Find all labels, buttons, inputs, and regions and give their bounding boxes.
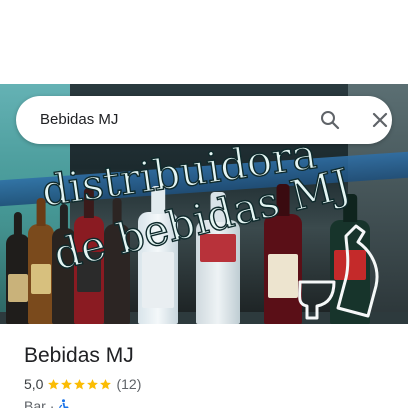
search-bar[interactable]: Bebidas MJ [16, 96, 392, 144]
review-count[interactable]: (12) [116, 376, 141, 392]
star-rating [47, 378, 112, 391]
place-name: Bebidas MJ [24, 344, 134, 367]
bottle [330, 194, 370, 324]
bottle [74, 188, 104, 324]
rating-value: 5,0 [24, 376, 44, 392]
wheelchair-icon [59, 399, 70, 408]
star-icon [87, 378, 99, 389]
search-icon[interactable] [318, 108, 342, 132]
bottle [6, 212, 30, 324]
top-blank-area [0, 0, 408, 84]
star-icon [100, 378, 112, 389]
search-input[interactable]: Bebidas MJ [40, 111, 118, 128]
star-icon [61, 378, 73, 389]
star-icon [48, 378, 60, 389]
bottle [196, 192, 240, 324]
bottle [138, 186, 178, 324]
bottle [104, 198, 130, 324]
rating-row[interactable]: 5,0 (12) [24, 376, 141, 392]
category-row: Bar · [24, 398, 70, 408]
star-icon [74, 378, 86, 389]
place-category: Bar [24, 398, 46, 408]
bottle [264, 184, 302, 324]
bottle [28, 198, 54, 324]
bottle [52, 204, 76, 324]
separator-dot: · [49, 398, 55, 408]
close-icon[interactable] [368, 108, 392, 132]
